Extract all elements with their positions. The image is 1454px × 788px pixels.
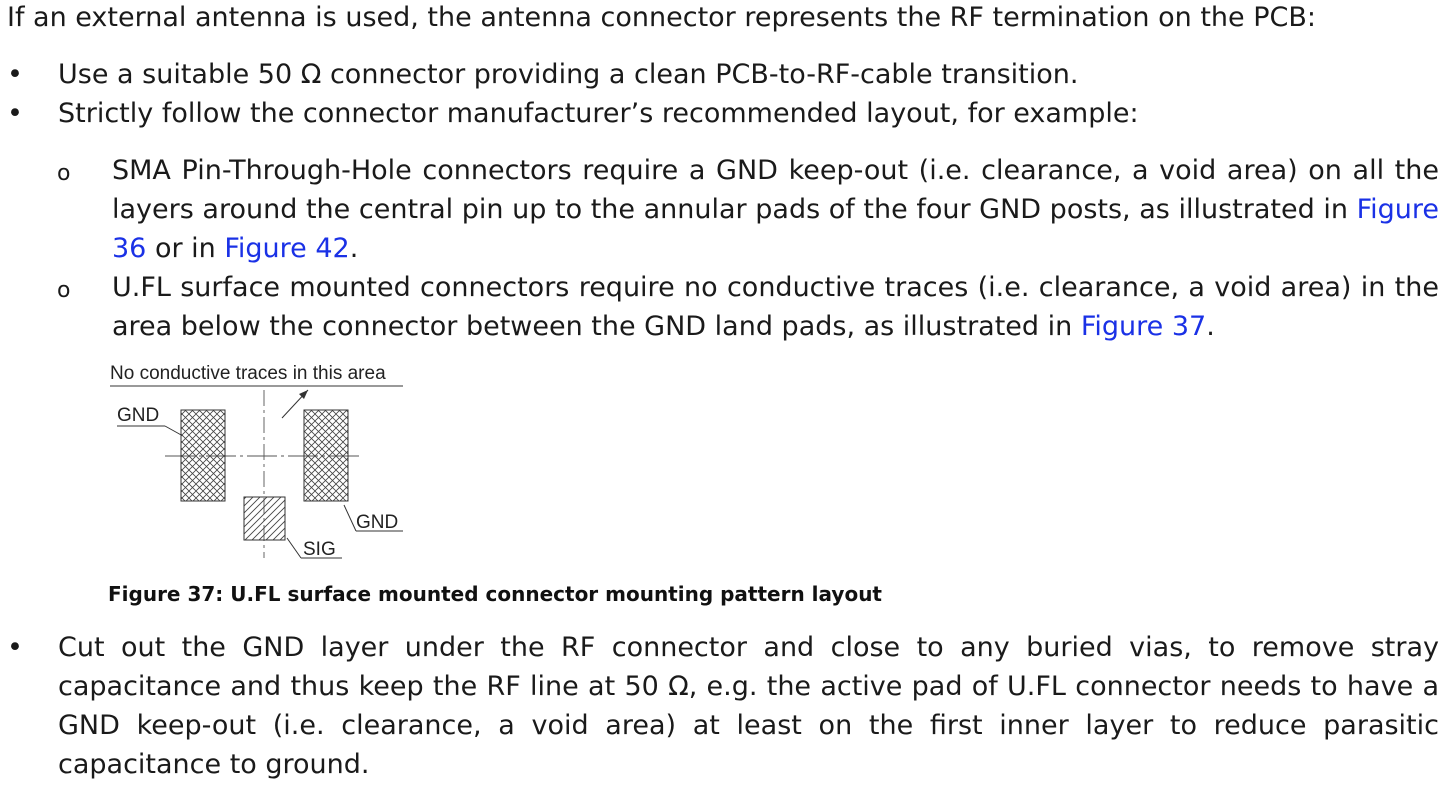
- gnd-pad-left: [180, 409, 226, 502]
- sub-item-ufl-text: U.FL surface mounted connectors require …: [112, 272, 1439, 342]
- gnd-left-leader: [164, 425, 184, 437]
- gnd-left-label: GND: [117, 405, 159, 426]
- intro-paragraph: If an external antenna is used, the ante…: [7, 2, 1316, 33]
- document-page: If an external antenna is used, the ante…: [0, 0, 1454, 788]
- sub-item-ufl-end: .: [1206, 311, 1215, 342]
- sig-leader: [286, 537, 302, 559]
- no-traces-label: No conductive traces in this area: [110, 363, 386, 384]
- sub-item-sma-mid: or in: [146, 233, 225, 264]
- bullet-marker: •: [7, 59, 23, 90]
- bullet-item-layout: Strictly follow the connector manufactur…: [58, 98, 1139, 129]
- gnd-right-leader: [343, 504, 357, 532]
- sub-item-sma-end: .: [349, 233, 359, 264]
- sub-item-ufl: U.FL surface mounted connectors require …: [112, 268, 1439, 346]
- sub-item-sma-text: SMA Pin-Through-Hole connectors require …: [112, 155, 1439, 225]
- bullet-item-connector: Use a suitable 50 Ω connector providing …: [58, 59, 1079, 90]
- sub-bullet-marker: o: [57, 278, 71, 303]
- figure-caption: Figure 37: U.FL surface mounted connecto…: [108, 582, 882, 606]
- figure-42-link[interactable]: Figure 42: [224, 233, 349, 264]
- sig-pad: [243, 496, 286, 541]
- gnd-pad-right: [303, 409, 349, 502]
- ufl-mounting-pattern-figure: No conductive traces in this area GND GN…: [110, 363, 403, 560]
- figure-37-link[interactable]: Figure 37: [1081, 311, 1206, 342]
- sub-item-sma: SMA Pin-Through-Hole connectors require …: [112, 151, 1439, 268]
- sig-label: SIG: [303, 539, 336, 560]
- gnd-right-label: GND: [356, 512, 398, 533]
- bullet-item-gnd-cutout: Cut out the GND layer under the RF conne…: [58, 632, 1439, 780]
- bullet-marker: •: [7, 632, 23, 663]
- sub-bullet-marker: o: [57, 161, 71, 186]
- bullet-marker: •: [7, 98, 23, 129]
